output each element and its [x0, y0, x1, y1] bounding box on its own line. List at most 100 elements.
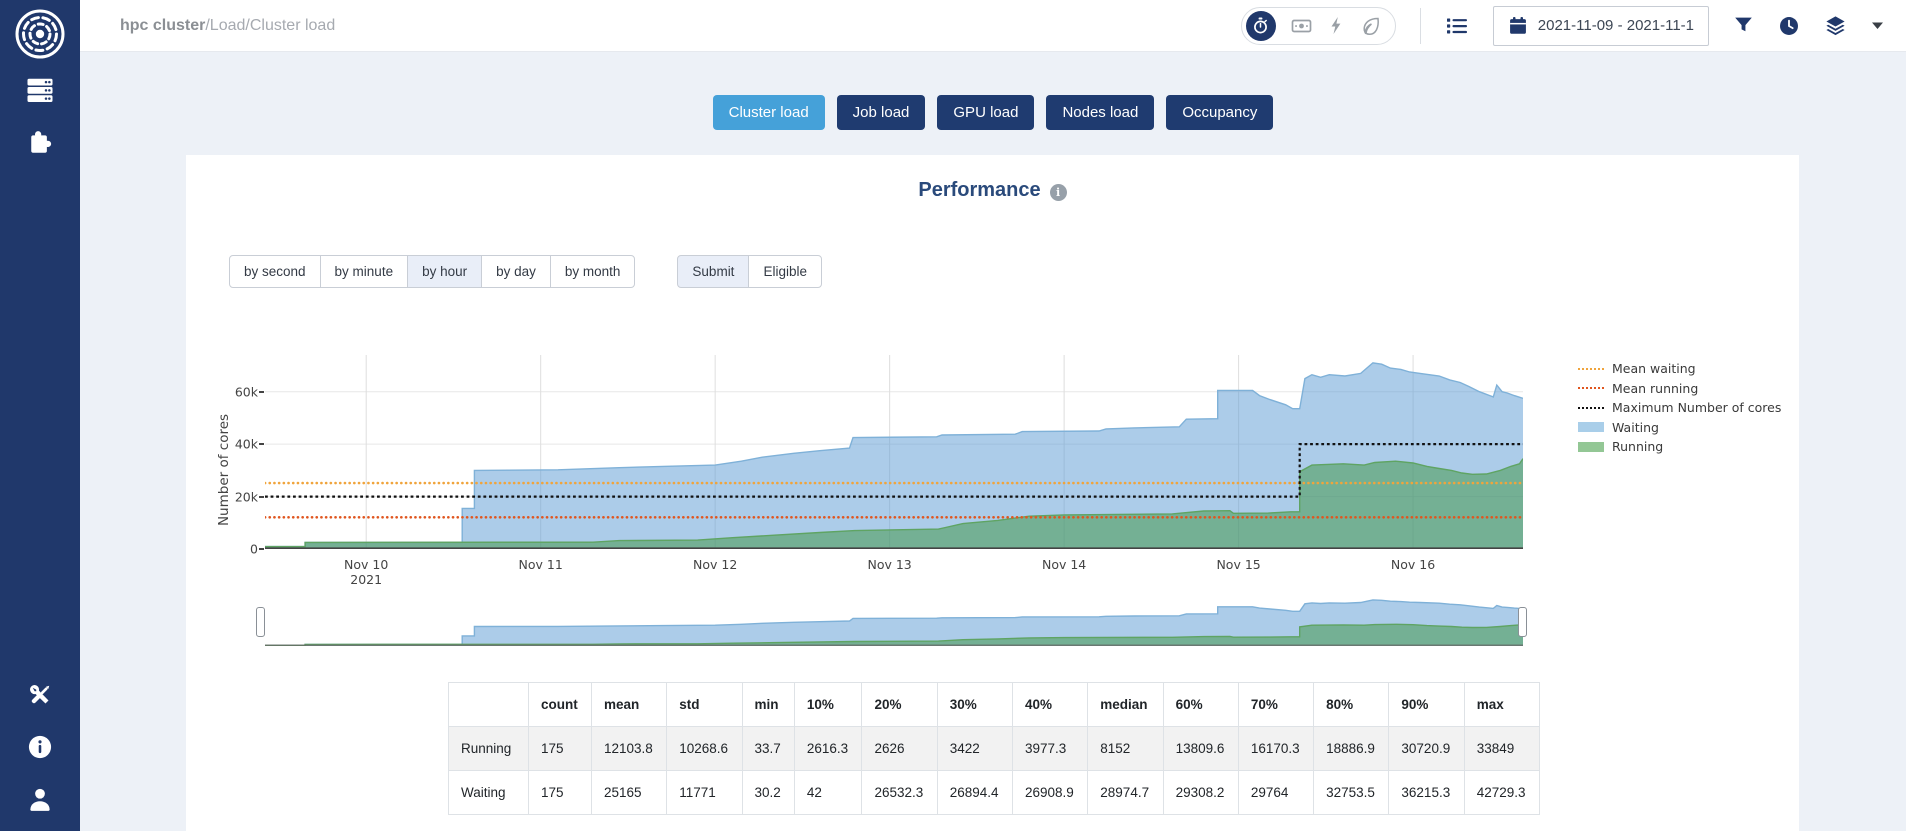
header-actions: 2021-11-09 - 2021-11-1: [1241, 6, 1884, 46]
button-by-month[interactable]: by month: [550, 255, 636, 288]
legend-item-running[interactable]: Running: [1578, 439, 1781, 455]
y-tick-mark: [259, 496, 264, 498]
table-cell: 33.7: [742, 727, 794, 771]
legend-label: Waiting: [1612, 420, 1659, 435]
caret-down-icon: [1871, 21, 1884, 30]
legend-swatch: [1578, 368, 1604, 370]
sidebar-item-integrations[interactable]: [22, 124, 58, 160]
x-tick-label: Nov 14: [1042, 557, 1086, 572]
breadcrumb-project[interactable]: hpc cluster: [120, 17, 205, 34]
table-row-waiting: Waiting175251651177130.24226532.326894.4…: [449, 771, 1540, 815]
sidebar-item-clusters[interactable]: [22, 72, 58, 108]
legend-item-waiting[interactable]: Waiting: [1578, 420, 1781, 436]
legend-item-maximum-number-of-cores[interactable]: Maximum Number of cores: [1578, 400, 1781, 416]
legend-swatch: [1578, 387, 1604, 389]
chart-controls: by secondby minuteby hourby dayby month …: [229, 255, 822, 288]
table-cell: 26908.9: [1013, 771, 1088, 815]
button-by-hour[interactable]: by hour: [407, 255, 482, 288]
sidebar-item-profile[interactable]: [22, 781, 58, 817]
legend-item-mean-running[interactable]: Mean running: [1578, 381, 1781, 397]
x-tick-label: Nov 11: [519, 557, 563, 572]
legend-label: Running: [1612, 439, 1663, 454]
table-cell: 3977.3: [1013, 727, 1088, 771]
page-title: Performance: [918, 179, 1040, 202]
legend-swatch: [1578, 422, 1604, 432]
table-cell: 11771: [667, 771, 742, 815]
view-mode-eco-button[interactable]: [1360, 16, 1381, 36]
legend-swatch: [1578, 407, 1604, 409]
load-tabs: Cluster load Job load GPU load Nodes load Oc…: [80, 95, 1906, 130]
user-menu-caret[interactable]: [1871, 21, 1884, 30]
table-cell: 175: [529, 771, 592, 815]
range-navigator[interactable]: [265, 598, 1523, 646]
col-header-80%: 80%: [1314, 683, 1389, 727]
history-button[interactable]: [1778, 15, 1800, 37]
tab-cluster-load[interactable]: Cluster load: [713, 95, 825, 130]
servers-icon: [25, 75, 55, 105]
puzzle-icon: [25, 127, 55, 157]
table-cell: 26532.3: [862, 771, 937, 815]
breadcrumb[interactable]: hpc cluster/Load/Cluster load: [120, 17, 335, 35]
sidebar-item-admin-tools[interactable]: [22, 677, 58, 713]
list-icon: [1445, 15, 1469, 37]
table-cell: 175: [529, 727, 592, 771]
range-handle-right[interactable]: [1518, 607, 1527, 637]
table-cell: 18886.9: [1314, 727, 1389, 771]
col-header-max: max: [1464, 683, 1539, 727]
app-logo[interactable]: [14, 8, 66, 60]
date-range-picker[interactable]: 2021-11-09 - 2021-11-1: [1493, 6, 1709, 46]
legend-swatch: [1578, 442, 1604, 452]
table-row-running: Running17512103.810268.633.72616.3262634…: [449, 727, 1540, 771]
button-by-second[interactable]: by second: [229, 255, 321, 288]
view-mode-energy-button[interactable]: [1327, 16, 1345, 36]
col-header-mean: mean: [591, 683, 666, 727]
tab-occupancy[interactable]: Occupancy: [1166, 95, 1273, 130]
y-tick-label: 0: [204, 542, 258, 557]
col-header-70%: 70%: [1238, 683, 1313, 727]
button-by-day[interactable]: by day: [481, 255, 551, 288]
x-tick-label: Nov 102021: [344, 557, 388, 587]
y-tick-mark: [259, 443, 264, 445]
app-logo-icon: [14, 8, 66, 60]
y-tick-mark: [259, 548, 264, 550]
layers-icon: [1824, 14, 1847, 37]
button-by-minute[interactable]: by minute: [320, 255, 409, 288]
col-header-10%: 10%: [794, 683, 862, 727]
col-header-blank: [449, 683, 529, 727]
table-cell: 3422: [937, 727, 1012, 771]
col-header-min: min: [742, 683, 794, 727]
col-header-60%: 60%: [1163, 683, 1238, 727]
tab-nodes-load[interactable]: Nodes load: [1046, 95, 1154, 130]
table-cell: 13809.6: [1163, 727, 1238, 771]
legend-label: Mean running: [1612, 381, 1698, 396]
table-cell: 42729.3: [1464, 771, 1539, 815]
legend-label: Mean waiting: [1612, 361, 1696, 376]
table-cell: 28974.7: [1088, 771, 1163, 815]
legend-item-mean-waiting[interactable]: Mean waiting: [1578, 361, 1781, 377]
performance-title-row: Performance i: [186, 179, 1799, 202]
banknote-icon: [1291, 16, 1312, 36]
view-mode-cost-button[interactable]: [1291, 16, 1312, 36]
table-cell: 25165: [591, 771, 666, 815]
layers-button[interactable]: [1824, 14, 1847, 37]
info-icon[interactable]: i: [1050, 184, 1067, 201]
range-handle-left[interactable]: [256, 607, 265, 637]
filter-button[interactable]: [1733, 15, 1754, 36]
tab-job-load[interactable]: Job load: [837, 95, 926, 130]
table-cell: 30720.9: [1389, 727, 1464, 771]
stopwatch-icon: [1252, 17, 1269, 35]
sidebar-item-about[interactable]: [22, 729, 58, 765]
calendar-icon: [1508, 16, 1528, 36]
button-eligible[interactable]: Eligible: [748, 255, 822, 288]
cluster-load-chart[interactable]: [265, 355, 1523, 549]
chart-legend: Mean waiting Mean running Maximum Number o…: [1578, 361, 1781, 455]
x-tick-label: Nov 13: [867, 557, 911, 572]
view-mode-time-button[interactable]: [1246, 11, 1276, 41]
y-tick-label: 60k: [204, 384, 258, 399]
queue-list-button[interactable]: [1445, 15, 1469, 37]
button-submit[interactable]: Submit: [677, 255, 749, 288]
tab-gpu-load[interactable]: GPU load: [937, 95, 1034, 130]
table-cell: 33849: [1464, 727, 1539, 771]
bolt-icon: [1327, 16, 1345, 36]
date-range-value: 2021-11-09 - 2021-11-1: [1538, 17, 1694, 34]
